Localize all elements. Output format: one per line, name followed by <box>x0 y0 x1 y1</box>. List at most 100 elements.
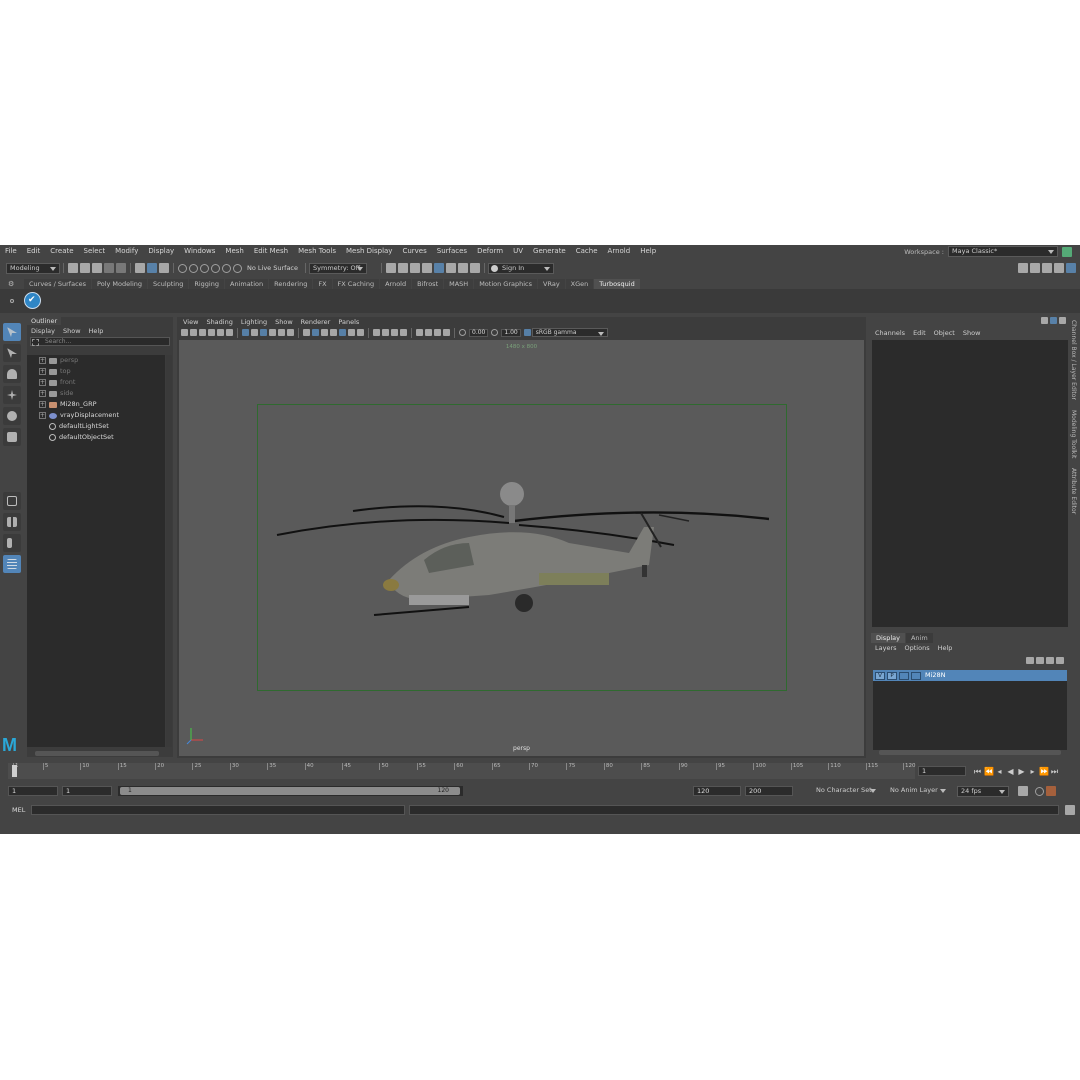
go-to-start-icon[interactable]: ⏮ <box>973 767 982 776</box>
select-component-icon[interactable] <box>159 263 169 273</box>
channel-box-area[interactable] <box>872 340 1068 627</box>
step-forward-frame-icon[interactable]: ▸ <box>1028 767 1037 776</box>
viewport-canvas[interactable]: 1480 x 800 persp <box>179 340 864 756</box>
wireframe-on-shaded-icon[interactable] <box>321 329 328 336</box>
channel-box-menu-edit[interactable]: Edit <box>909 327 930 339</box>
bookmarks-icon[interactable] <box>199 329 206 336</box>
live-surface-button[interactable]: No Live Surface <box>243 264 302 272</box>
gamma-field[interactable]: 1.00 <box>501 328 521 337</box>
snap-point-icon[interactable] <box>200 263 209 273</box>
depth-of-field-icon[interactable] <box>391 329 398 336</box>
grease-pencil-icon[interactable] <box>226 329 233 336</box>
snap-grid-icon[interactable] <box>178 263 187 273</box>
xray-components-icon[interactable] <box>434 329 441 336</box>
outliner-scrollbar[interactable] <box>166 355 172 747</box>
expand-icon[interactable]: + <box>39 390 46 397</box>
xray-joints-icon[interactable] <box>425 329 432 336</box>
anti-aliasing-icon[interactable] <box>382 329 389 336</box>
expand-icon[interactable]: + <box>39 412 46 419</box>
menu-modify[interactable]: Modify <box>110 245 143 258</box>
modeling-toolkit-icon[interactable] <box>1018 263 1028 273</box>
2d-pan-zoom-icon[interactable] <box>217 329 224 336</box>
outliner-horizontal-scrollbar[interactable] <box>35 751 159 756</box>
menu-mesh[interactable]: Mesh <box>220 245 248 258</box>
menu-create[interactable]: Create <box>45 245 78 258</box>
layer-menu-options[interactable]: Options <box>901 643 934 653</box>
viewport-menu-lighting[interactable]: Lighting <box>237 317 271 327</box>
menu-uv[interactable]: UV <box>508 245 528 258</box>
shelf-tab-xgen[interactable]: XGen <box>565 279 594 289</box>
shelf-tab-motion-graphics[interactable]: Motion Graphics <box>474 279 538 289</box>
channel-box-icon[interactable] <box>1066 263 1076 273</box>
menu-cache[interactable]: Cache <box>571 245 603 258</box>
layer-tab-anim[interactable]: Anim <box>905 633 933 643</box>
single-pane-layout-icon[interactable] <box>3 492 21 510</box>
shelf-tab-mash[interactable]: MASH <box>444 279 474 289</box>
new-layer-selected-icon[interactable] <box>1056 657 1064 664</box>
viewport-menu-renderer[interactable]: Renderer <box>297 317 335 327</box>
safe-action-icon[interactable] <box>287 329 294 336</box>
playback-end-field[interactable]: 120 <box>693 786 741 796</box>
lasso-tool-icon[interactable] <box>3 344 21 362</box>
shelf-tab-fx-caching[interactable]: FX Caching <box>332 279 380 289</box>
menu-help[interactable]: Help <box>635 245 661 258</box>
character-set-dropdown[interactable]: No Character Set <box>813 785 879 797</box>
outliner-item[interactable]: + Mi28n_GRP <box>27 399 165 410</box>
tool-settings-icon[interactable] <box>1054 263 1064 273</box>
menu-select[interactable]: Select <box>79 245 111 258</box>
layer-editor-scrollbar[interactable] <box>879 750 1061 755</box>
camera-attributes-icon[interactable] <box>190 329 197 336</box>
menu-arnold[interactable]: Arnold <box>603 245 636 258</box>
move-layer-up-icon[interactable] <box>1026 657 1034 664</box>
select-camera-icon[interactable] <box>181 329 188 336</box>
helicopter-model[interactable] <box>269 465 769 625</box>
symmetry-dropdown[interactable]: Symmetry: Off <box>309 262 368 274</box>
character-controls-icon[interactable] <box>1030 263 1040 273</box>
render-settings-icon[interactable] <box>410 263 421 273</box>
redo-icon[interactable] <box>116 263 126 273</box>
gamma-icon[interactable] <box>491 329 499 336</box>
shelf-tab-poly-modeling[interactable]: Poly Modeling <box>92 279 147 289</box>
wireframe-icon[interactable] <box>303 329 310 336</box>
end-time-field[interactable]: 200 <box>745 786 793 796</box>
go-to-end-icon[interactable]: ⏭ <box>1050 767 1059 776</box>
vray-render-icon[interactable] <box>434 263 445 273</box>
layer-visibility-toggle[interactable]: V <box>875 671 885 680</box>
menu-file[interactable]: File <box>0 245 22 258</box>
snap-vertex-icon[interactable] <box>233 263 242 273</box>
mel-label[interactable]: MEL <box>0 806 31 814</box>
viewport-menu-shading[interactable]: Shading <box>202 317 236 327</box>
menu-display[interactable]: Display <box>143 245 179 258</box>
menu-surfaces[interactable]: Surfaces <box>432 245 472 258</box>
layer-menu-help[interactable]: Help <box>934 643 957 653</box>
outliner-layout-icon[interactable] <box>3 555 21 573</box>
grid-icon[interactable] <box>242 329 249 336</box>
side-tab-attribute-editor[interactable]: Attribute Editor <box>1070 468 1077 514</box>
shelf-options-icon[interactable]: ⚙ <box>8 280 16 288</box>
visibility-icon[interactable] <box>1050 317 1057 324</box>
undo-icon[interactable] <box>104 263 114 273</box>
vray-ipr-icon[interactable] <box>446 263 457 273</box>
smooth-shade-icon[interactable] <box>312 329 319 336</box>
fps-dropdown[interactable]: 24 fps <box>957 785 1009 797</box>
outliner-item[interactable]: + top <box>27 366 165 377</box>
resolution-gate-icon[interactable] <box>260 329 267 336</box>
shadows-icon[interactable] <box>348 329 355 336</box>
outliner-item[interactable]: + front <box>27 377 165 388</box>
film-gate-icon[interactable] <box>251 329 258 336</box>
expand-icon[interactable]: + <box>39 379 46 386</box>
search-filter-icon[interactable] <box>32 339 39 346</box>
menu-generate[interactable]: Generate <box>528 245 571 258</box>
select-tool-icon[interactable] <box>3 323 21 341</box>
menu-mesh-display[interactable]: Mesh Display <box>341 245 397 258</box>
color-management-icon[interactable] <box>523 329 531 336</box>
open-scene-icon[interactable] <box>80 263 90 273</box>
shelf-tab-bifrost[interactable]: Bifrost <box>412 279 444 289</box>
layer-display-type-toggle[interactable] <box>899 671 909 680</box>
shelf-tab-rigging[interactable]: Rigging <box>189 279 224 289</box>
menu-edit[interactable]: Edit <box>22 245 46 258</box>
viewport-menu-show[interactable]: Show <box>271 317 297 327</box>
exposure-field[interactable]: 0.00 <box>469 328 489 337</box>
isolate-select-icon[interactable] <box>400 329 407 336</box>
render-frame-icon[interactable] <box>386 263 397 273</box>
